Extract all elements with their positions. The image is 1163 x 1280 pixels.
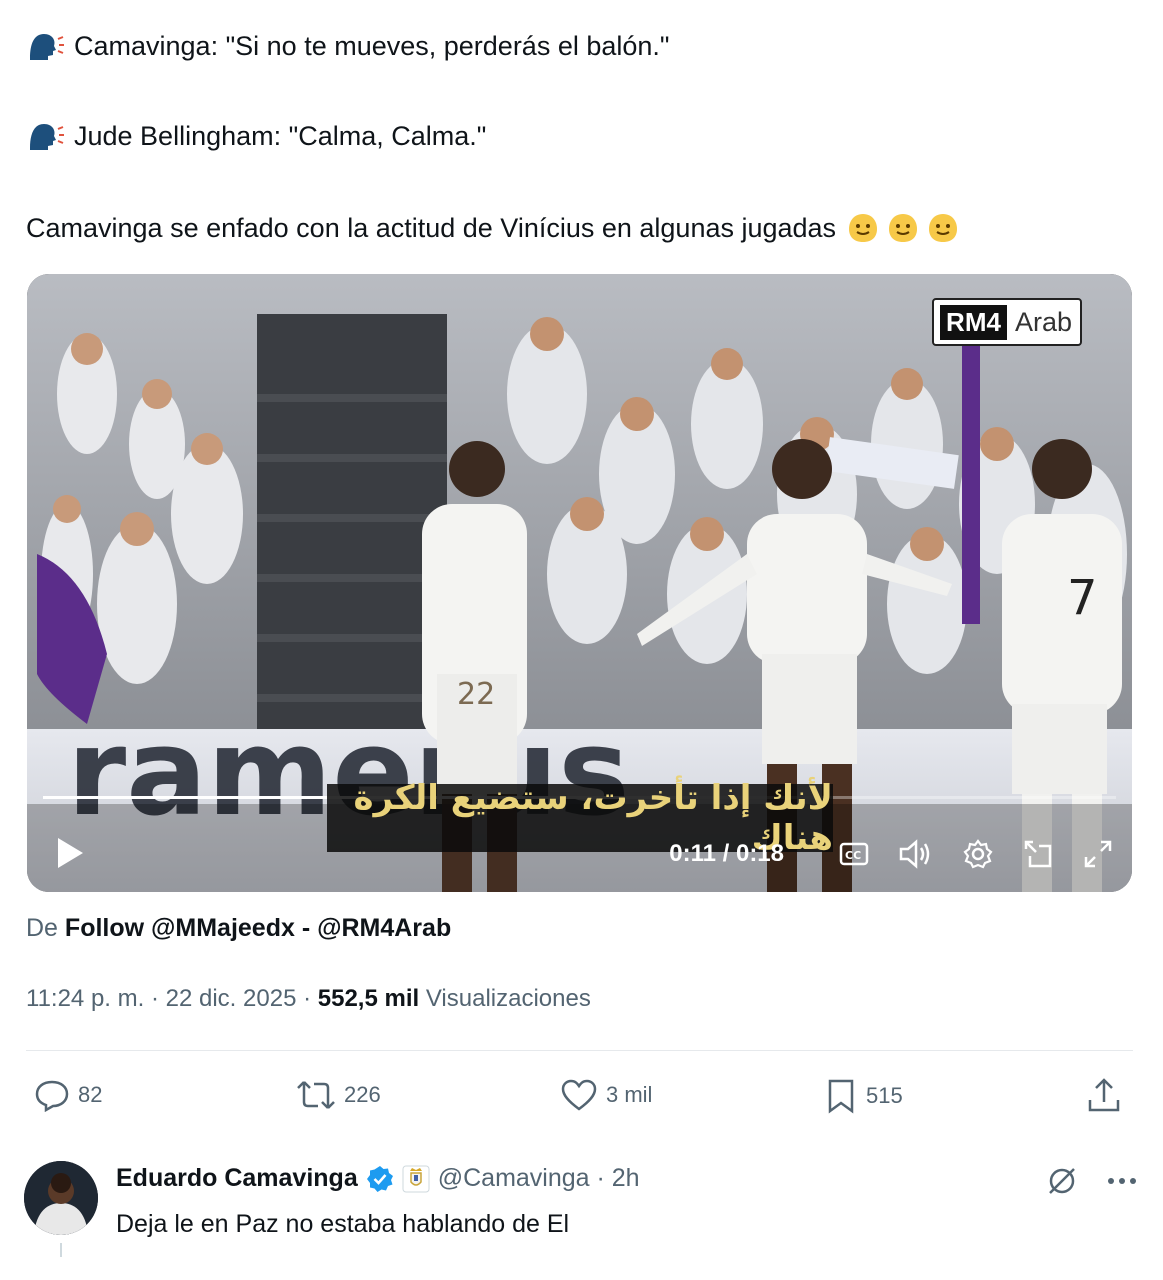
thread-line — [60, 1243, 62, 1257]
heart-icon — [561, 1079, 597, 1111]
club-crest-icon — [402, 1165, 430, 1192]
video-time: 0:11 / 0:18 — [669, 840, 784, 867]
captions-icon[interactable]: CC — [838, 838, 870, 870]
repost-count: 226 — [344, 1082, 381, 1107]
reply-text: Deja le en Paz no estaba hablando de El — [116, 1210, 570, 1238]
smile-emoji-icon — [929, 214, 958, 242]
like-count: 3 mil — [606, 1082, 653, 1107]
source-prefix: De — [26, 914, 58, 942]
tweet-date[interactable]: 22 dic. 2025 — [166, 985, 297, 1012]
svg-text:CC: CC — [845, 849, 861, 862]
video-watermark: RM4 Arab — [932, 298, 1082, 346]
speaking-head-icon — [30, 124, 64, 150]
source-link[interactable]: Follow @MMajeedx - @RM4Arab — [65, 914, 451, 942]
tweet-text-3: Camavinga se enfado con la actitud de Vi… — [26, 213, 837, 243]
settings-icon[interactable] — [962, 838, 994, 870]
more-options-icon[interactable] — [1107, 1176, 1137, 1186]
avatar-image — [24, 1161, 98, 1235]
reply-count: 82 — [78, 1082, 103, 1107]
meta-separator: · — [303, 985, 318, 1012]
views-count: 552,5 mil — [317, 985, 420, 1012]
watermark-brand: RM4 — [940, 304, 1007, 340]
play-icon[interactable] — [55, 836, 85, 870]
reply-header: Eduardo Camavinga @Camavinga · 2h — [116, 1164, 640, 1193]
video-source: De Follow @MMajeedx - @RM4Arab — [26, 914, 451, 943]
watermark-suffix: Arab — [1014, 306, 1072, 337]
reply-actions — [1045, 1164, 1137, 1198]
tweet-line-2: Jude Bellingham: "Calma, Calma." — [26, 120, 486, 152]
repost-icon — [297, 1081, 335, 1109]
avatar[interactable] — [24, 1161, 98, 1235]
repost-button[interactable]: 226 — [296, 1078, 381, 1112]
views-label: Visualizaciones — [425, 985, 591, 1012]
tweet-line-3: Camavinga se enfado con la actitud de Vi… — [26, 211, 960, 245]
reply-handle-time[interactable]: @Camavinga · 2h — [438, 1164, 640, 1193]
reply-button[interactable]: 82 — [34, 1078, 102, 1112]
fullscreen-icon[interactable] — [1082, 838, 1114, 870]
reply-icon — [35, 1080, 69, 1112]
smile-emoji-icon — [849, 214, 878, 242]
share-button[interactable] — [1086, 1076, 1130, 1114]
tweet-time[interactable]: 11:24 p. m. — [26, 985, 144, 1012]
pip-icon[interactable] — [1022, 838, 1054, 870]
speaking-head-icon — [30, 34, 64, 60]
verified-badge-icon — [366, 1165, 393, 1192]
meta-separator: · — [150, 985, 166, 1012]
svg-text:22: 22 — [457, 677, 495, 712]
video-controls: 0:11 / 0:18 CC — [27, 812, 1132, 892]
share-icon — [1088, 1078, 1120, 1112]
video-player[interactable]: ramerus 22 7 RM4 Arab لأنك إذا تأخرت، ست… — [27, 274, 1132, 892]
smile-emoji-icon — [889, 214, 918, 242]
bookmark-icon — [828, 1079, 854, 1114]
svg-text:7: 7 — [1067, 570, 1098, 626]
tweet-line-1: Camavinga: "Si no te mueves, perderás el… — [26, 30, 670, 62]
volume-icon[interactable] — [898, 838, 934, 870]
tweet-text-2: Jude Bellingham: "Calma, Calma." — [74, 121, 487, 151]
bookmark-button[interactable]: 515 — [824, 1078, 903, 1114]
tweet-actions: 82 226 3 mil 515 — [26, 1072, 1133, 1122]
grok-icon[interactable] — [1045, 1164, 1079, 1198]
like-button[interactable]: 3 mil — [560, 1078, 652, 1112]
reply-tweet[interactable]: Eduardo Camavinga @Camavinga · 2h Deja l… — [24, 1158, 1137, 1268]
tweet-meta: 11:24 p. m. · 22 dic. 2025 · 552,5 mil V… — [26, 985, 591, 1013]
tweet-text-1: Camavinga: "Si no te mueves, perderás el… — [74, 31, 670, 61]
divider — [26, 1050, 1133, 1051]
reply-author-name[interactable]: Eduardo Camavinga — [116, 1164, 358, 1193]
bookmark-count: 515 — [866, 1083, 903, 1108]
